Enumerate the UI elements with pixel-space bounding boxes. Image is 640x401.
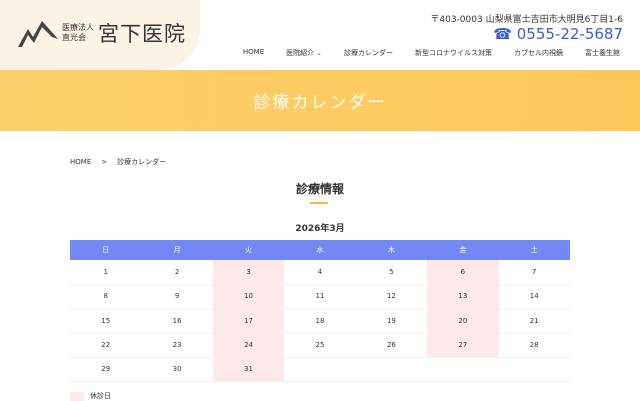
main-nav: HOME 医院紹介 ⌄ 診療カレンダー 新型コロナウイルス対策 カプセル内視鏡 富… [221, 48, 620, 58]
weekday-header: 金 [427, 240, 499, 260]
title-underline [310, 202, 328, 204]
calendar-day: 8 [70, 284, 142, 310]
nav-capsule[interactable]: カプセル内視鏡 [514, 48, 563, 58]
calendar-day: 18 [284, 308, 356, 334]
logo[interactable]: 医療法人 直光会 宮下医院 [18, 18, 186, 48]
calendar-day: 15 [70, 308, 142, 334]
nav-about[interactable]: 医院紹介 ⌄ [286, 48, 322, 58]
breadcrumb-home[interactable]: HOME [70, 158, 91, 166]
calendar-day: 14 [498, 284, 570, 310]
calendar-day [355, 357, 428, 382]
closed-swatch [70, 391, 84, 401]
calendar-day: 27 [427, 332, 499, 358]
calendar-day: 17 [212, 308, 285, 334]
calendar-week: 29 30 31 [70, 357, 570, 382]
weekday-header: 月 [141, 240, 213, 260]
calendar-day: 1 [70, 260, 142, 285]
calendar-day: 28 [498, 332, 570, 358]
calendar-day: 25 [284, 332, 356, 358]
phone-icon: ☎ [493, 25, 517, 43]
mountain-logo-icon [18, 21, 58, 47]
calendar-day: 26 [355, 332, 428, 358]
calendar-day: 4 [284, 260, 356, 285]
calendar-day: 6 [427, 260, 499, 285]
weekday-header: 日 [70, 240, 142, 260]
nav-covid[interactable]: 新型コロナウイルス対策 [415, 48, 492, 58]
calendar-day: 10 [212, 284, 285, 310]
calendar-day [427, 357, 499, 382]
calendar-week: 22 23 24 25 26 27 28 [70, 332, 570, 358]
logo-sub2: 直光会 [62, 33, 86, 42]
breadcrumb-sep: > [101, 158, 108, 166]
calendar-day: 3 [212, 260, 285, 285]
phone-number: 0555-22-5687 [516, 25, 623, 43]
weekday-header: 土 [498, 240, 570, 260]
calendar-day [284, 357, 356, 382]
calendar-day: 24 [212, 332, 285, 358]
logo-sub1: 医療法人 [62, 23, 94, 32]
nav-about-label: 医院紹介 [286, 49, 315, 57]
calendar-day: 7 [498, 260, 570, 285]
weekday-header: 水 [284, 240, 356, 260]
weekday-header: 木 [355, 240, 428, 260]
calendar-day: 20 [427, 308, 499, 334]
address: 〒403-0003 山梨県富士吉田市大明見6丁目1-6 [430, 15, 623, 25]
calendar-day: 31 [212, 357, 285, 382]
calendar-day: 11 [284, 284, 356, 310]
calendar-day: 9 [141, 284, 213, 310]
calendar-day: 19 [355, 308, 428, 334]
calendar-day: 5 [355, 260, 428, 285]
calendar-table: 日月火水木金土 1 2 3 4 5 6 7 8 9 10 11 12 13 14 15 16 17 18 19 20 21… [70, 240, 570, 382]
page-banner: 診療カレンダー [0, 70, 640, 131]
calendar-day: 23 [141, 332, 213, 358]
calendar-day: 21 [498, 308, 570, 334]
calendar-week: 1234567 [70, 260, 570, 285]
phone[interactable]: ☎ 0555-22-5687 [493, 25, 623, 43]
calendar-day: 16 [141, 308, 213, 334]
logo-title: 宮下医院 [98, 22, 186, 46]
calendar-day: 2 [141, 260, 213, 285]
calendar-day: 22 [70, 332, 142, 358]
calendar-week: 8 9 10 11 12 13 14 [70, 284, 570, 310]
breadcrumb: HOME > 診療カレンダー [70, 157, 176, 167]
calendar-month: 2026年3月 [295, 224, 345, 234]
calendar-day: 12 [355, 284, 428, 310]
nav-calendar[interactable]: 診療カレンダー [344, 48, 393, 58]
breadcrumb-current: 診療カレンダー [117, 158, 167, 166]
nav-home[interactable]: HOME [243, 48, 264, 58]
section-title: 診療情報 [295, 182, 344, 196]
calendar-day [498, 357, 570, 382]
calendar-week: 15 16 17 18 19 20 21 [70, 308, 570, 334]
nav-fuji[interactable]: 富士養生館 [585, 48, 620, 58]
chevron-down-icon: ⌄ [316, 49, 322, 57]
calendar-day: 30 [141, 357, 213, 382]
calendar-day: 13 [427, 284, 499, 310]
calendar-day: 29 [70, 357, 142, 382]
weekday-header: 火 [212, 240, 285, 260]
